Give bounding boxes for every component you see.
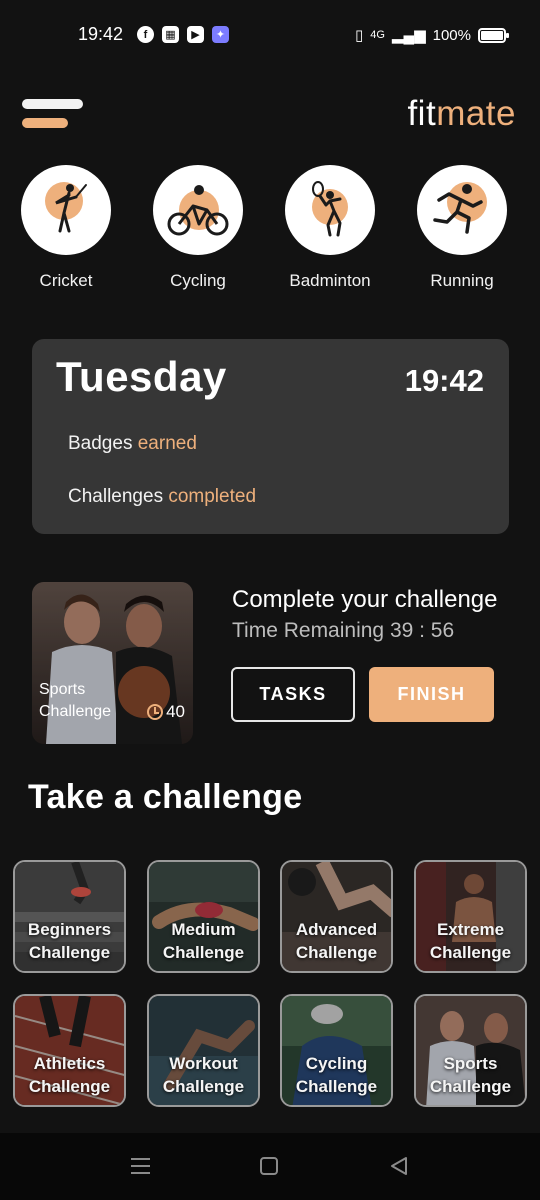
cyclist-icon [167,185,229,236]
challenge-tile-beginners[interactable]: Beginners Challenge [13,860,126,973]
status-time: 19:42 [78,24,124,44]
tile-label: Beginners Challenge [15,918,124,964]
current-challenge-photo[interactable]: Sports Challenge 40 [32,582,193,744]
challenge-tile-medium[interactable]: Medium Challenge [147,860,260,973]
tile-label-line1: Extreme [436,920,505,939]
day-summary-card: Tuesday 19:42 Badges earned Challenges c… [32,339,509,534]
tile-label-line1: Beginners [27,920,112,939]
menu-button[interactable] [22,99,84,131]
battery-percent: 100% [432,26,471,44]
tile-label-line1: Cycling [305,1054,368,1073]
brand-logo: fitmate [407,94,516,134]
facebook-icon: f [137,26,154,43]
tile-label: Extreme Challenge [416,918,525,964]
recents-icon[interactable] [131,1158,150,1175]
sport-circle [417,165,507,255]
signal-icon: ▂▄▆ [391,27,426,44]
sports-row: Cricket Cycling Badminton Running [0,165,540,295]
challenges-highlight: completed [168,486,257,507]
photo-caption: Sports Challenge [39,679,119,723]
back-icon[interactable] [389,1156,409,1176]
finish-button[interactable]: FINISH [369,667,494,722]
tile-label-line2: Challenge [295,943,378,962]
photo-caption-line1: Sports [39,681,86,698]
badminton-player-icon [312,181,348,237]
badges-earned-line[interactable]: Badges earned [68,433,197,455]
tasks-button[interactable]: TASKS [231,667,355,722]
youtube-icon: ▶ [187,26,204,43]
sport-circle [285,165,375,255]
runner-icon [433,182,487,234]
tile-label-line2: Challenge [28,1077,111,1096]
sport-label: Running [430,271,494,290]
challenge-tile-sports[interactable]: Sports Challenge [414,994,527,1107]
sport-item-cricket[interactable]: Cricket [16,165,116,291]
sport-label: Badminton [289,271,371,290]
tile-label: Athletics Challenge [15,1052,124,1098]
sport-circle [153,165,243,255]
challenges-completed-line[interactable]: Challenges completed [68,486,256,508]
status-bar: 19:42 f ▦ ▶ ✦ ▯ 4G ▂▄▆ 100% [0,0,540,70]
tile-label-line2: Challenge [162,943,245,962]
tile-label-line1: Advanced [295,920,378,939]
tile-label: Sports Challenge [416,1052,525,1098]
battery-icon [478,27,509,43]
tile-label-line1: Workout [169,1054,238,1073]
messenger-icon: ✦ [212,26,229,43]
tile-label-line2: Challenge [429,1077,512,1096]
tile-label-line2: Challenge [429,943,512,962]
sport-item-cycling[interactable]: Cycling [148,165,248,291]
challenge-tile-advanced[interactable]: Advanced Challenge [280,860,393,973]
tile-label-line1: Medium [171,920,236,939]
badges-label: Badges [68,433,138,454]
system-nav-bar [0,1133,540,1200]
photo-timer: 40 [147,702,185,722]
tile-label-line2: Challenge [295,1077,378,1096]
menu-line-icon [22,99,83,109]
tile-label-line2: Challenge [162,1077,245,1096]
golf-swing-icon [45,182,87,233]
sport-circle [21,165,111,255]
day-time: 19:42 [404,363,484,398]
vibrate-icon: ▯ [354,27,364,44]
network-label: 4G [370,29,385,41]
tile-label-line1: Athletics [33,1054,106,1073]
challenge-tile-athletics[interactable]: Athletics Challenge [13,994,126,1107]
sport-label: Cycling [170,271,226,290]
status-app-icons: f ▦ ▶ ✦ [137,26,229,43]
challenge-grid: Beginners Challenge Medium Challenge Advan… [13,860,527,1107]
timer-value: 40 [166,702,185,721]
challenge-tile-extreme[interactable]: Extreme Challenge [414,860,527,973]
clock-icon [147,704,164,720]
badges-highlight: earned [137,433,197,454]
challenges-label: Challenges [68,486,169,507]
menu-line-icon [22,118,68,128]
photo-caption-line2: Challenge [39,703,112,720]
section-title: Take a challenge [28,778,303,816]
day-name: Tuesday [56,353,227,400]
tile-label: Advanced Challenge [282,918,391,964]
home-icon[interactable] [260,1157,278,1175]
tile-label-line1: Sports [443,1054,498,1073]
tile-label-line2: Challenge [28,943,111,962]
calendar-icon: ▦ [162,26,179,43]
brand-suffix: mate [436,94,516,133]
challenge-title: Complete your challenge [232,586,498,613]
sport-label: Cricket [39,271,93,290]
sport-item-badminton[interactable]: Badminton [280,165,380,291]
challenge-tile-workout[interactable]: Workout Challenge [147,994,260,1107]
tile-label: Workout Challenge [149,1052,258,1098]
brand-prefix: fit [407,94,437,133]
time-remaining: Time Remaining 39 : 56 [232,619,455,642]
status-indicators: ▯ 4G ▂▄▆ 100% [354,26,509,44]
tile-label: Cycling Challenge [282,1052,391,1098]
tile-label: Medium Challenge [149,918,258,964]
sport-item-running[interactable]: Running [412,165,512,291]
challenge-tile-cycling[interactable]: Cycling Challenge [280,994,393,1107]
